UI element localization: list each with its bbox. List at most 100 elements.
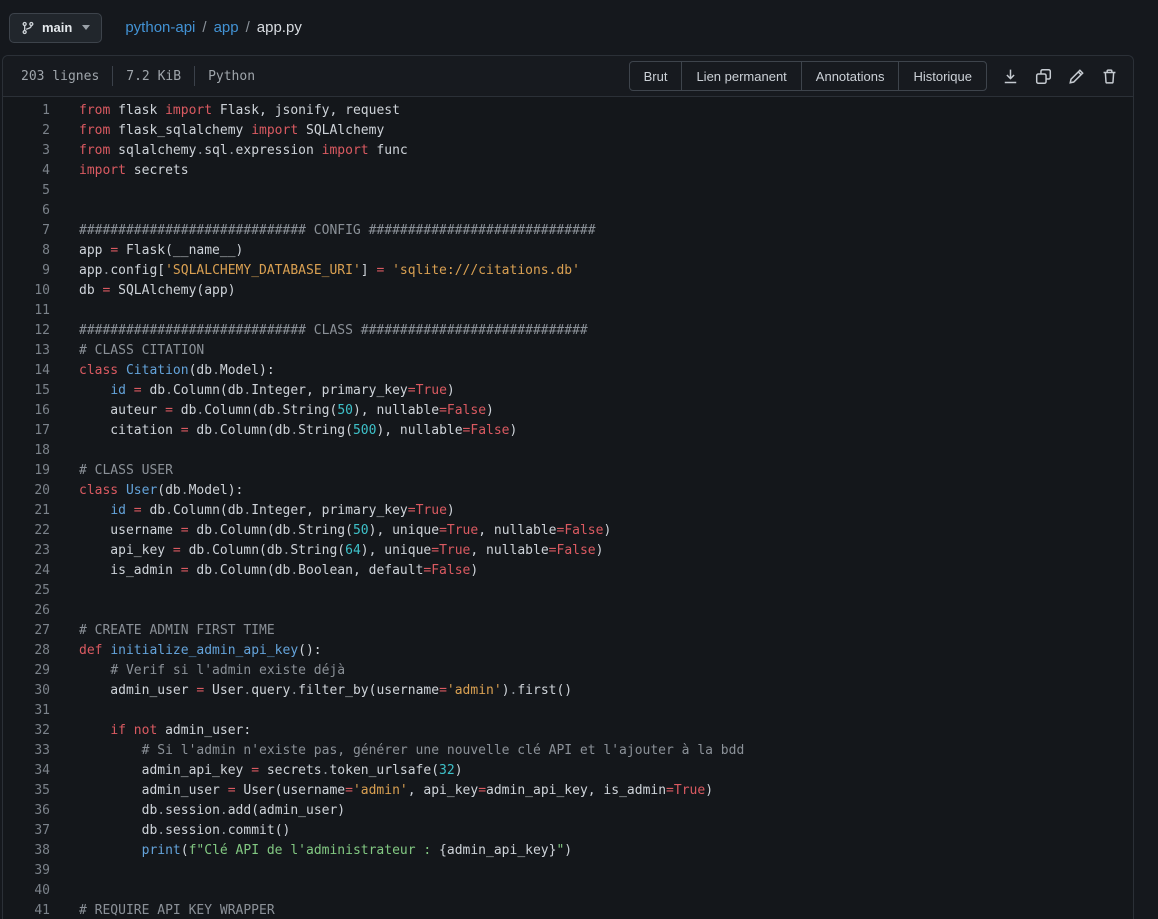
download-button[interactable] (1001, 67, 1020, 86)
breadcrumb-repo-link[interactable]: python-api (125, 19, 195, 36)
code-line-content: from flask import Flask, jsonify, reques… (50, 101, 400, 121)
line-number[interactable]: 21 (3, 501, 50, 521)
line-number[interactable]: 37 (3, 821, 50, 841)
code-line: 24 is_admin = db.Column(db.Boolean, defa… (3, 561, 1133, 581)
code-line: 4import secrets (3, 161, 1133, 181)
line-number[interactable]: 39 (3, 861, 50, 881)
line-number[interactable]: 26 (3, 601, 50, 621)
code-line-content: import secrets (50, 161, 189, 181)
trash-icon (1101, 68, 1118, 85)
code-line: 22 username = db.Column(db.String(50), u… (3, 521, 1133, 541)
code-line-content: app.config['SQLALCHEMY_DATABASE_URI'] = … (50, 261, 580, 281)
line-number[interactable]: 35 (3, 781, 50, 801)
file-size: 7.2 KiB (113, 66, 195, 86)
code-line: 11 (3, 301, 1133, 321)
line-number[interactable]: 24 (3, 561, 50, 581)
line-number[interactable]: 3 (3, 141, 50, 161)
line-number[interactable]: 28 (3, 641, 50, 661)
line-number[interactable]: 40 (3, 881, 50, 901)
line-number[interactable]: 11 (3, 301, 50, 321)
line-number[interactable]: 1 (3, 101, 50, 121)
code-line: 23 api_key = db.Column(db.String(64), un… (3, 541, 1133, 561)
line-number[interactable]: 9 (3, 261, 50, 281)
line-number[interactable]: 8 (3, 241, 50, 261)
line-number[interactable]: 6 (3, 201, 50, 221)
pencil-icon (1068, 68, 1085, 85)
line-number[interactable]: 29 (3, 661, 50, 681)
code-line: 35 admin_user = User(username='admin', a… (3, 781, 1133, 801)
line-number[interactable]: 27 (3, 621, 50, 641)
code-line-content: admin_user = User(username='admin', api_… (50, 781, 713, 801)
code-line: 26 (3, 601, 1133, 621)
code-line-content: # CLASS USER (50, 461, 173, 481)
line-number[interactable]: 15 (3, 381, 50, 401)
code-line-content (50, 601, 79, 621)
line-number[interactable]: 41 (3, 901, 50, 919)
delete-button[interactable] (1100, 67, 1119, 86)
code-viewer: 1from flask import Flask, jsonify, reque… (3, 97, 1133, 919)
line-number[interactable]: 7 (3, 221, 50, 241)
permalink-button[interactable]: Lien permanent (681, 61, 801, 91)
line-number[interactable]: 13 (3, 341, 50, 361)
line-number[interactable]: 19 (3, 461, 50, 481)
code-line-content: db.session.add(admin_user) (50, 801, 345, 821)
chevron-down-icon (82, 25, 90, 30)
edit-button[interactable] (1067, 67, 1086, 86)
history-button[interactable]: Historique (898, 61, 987, 91)
annotations-button[interactable]: Annotations (801, 61, 900, 91)
code-line-content: print(f"Clé API de l'administrateur : {a… (50, 841, 572, 861)
line-number[interactable]: 22 (3, 521, 50, 541)
code-line-content: api_key = db.Column(db.String(64), uniqu… (50, 541, 603, 561)
code-line-content: from sqlalchemy.sql.expression import fu… (50, 141, 408, 161)
line-number[interactable]: 32 (3, 721, 50, 741)
line-number[interactable]: 14 (3, 361, 50, 381)
line-number[interactable]: 34 (3, 761, 50, 781)
code-line-content (50, 881, 79, 901)
code-line-content: citation = db.Column(db.String(500), nul… (50, 421, 517, 441)
code-line: 39 (3, 861, 1133, 881)
code-line: 33 # Si l'admin n'existe pas, générer un… (3, 741, 1133, 761)
line-number[interactable]: 30 (3, 681, 50, 701)
code-line: 19# CLASS USER (3, 461, 1133, 481)
raw-button[interactable]: Brut (629, 61, 683, 91)
file-header-bar: main python-api / app / app.py (0, 0, 1158, 55)
code-line-content: app = Flask(__name__) (50, 241, 243, 261)
file-view-box: 203 lignes 7.2 KiB Python Brut Lien perm… (2, 55, 1134, 919)
line-number[interactable]: 31 (3, 701, 50, 721)
code-line: 21 id = db.Column(db.Integer, primary_ke… (3, 501, 1133, 521)
git-branch-icon (21, 21, 35, 35)
line-number[interactable]: 33 (3, 741, 50, 761)
line-number[interactable]: 36 (3, 801, 50, 821)
file-meta: 203 lignes 7.2 KiB Python (21, 66, 268, 86)
file-line-count: 203 lignes (21, 66, 113, 86)
branch-name: main (42, 20, 72, 35)
line-number[interactable]: 5 (3, 181, 50, 201)
line-number[interactable]: 25 (3, 581, 50, 601)
code-line-content: ############################# CONFIG ###… (50, 221, 596, 241)
code-line: 28def initialize_admin_api_key(): (3, 641, 1133, 661)
breadcrumb-dir-link[interactable]: app (214, 19, 239, 36)
code-line: 37 db.session.commit() (3, 821, 1133, 841)
line-number[interactable]: 38 (3, 841, 50, 861)
line-number[interactable]: 23 (3, 541, 50, 561)
code-line: 9app.config['SQLALCHEMY_DATABASE_URI'] =… (3, 261, 1133, 281)
line-number[interactable]: 12 (3, 321, 50, 341)
breadcrumb-separator: / (246, 19, 250, 36)
line-number[interactable]: 16 (3, 401, 50, 421)
line-number[interactable]: 17 (3, 421, 50, 441)
line-number[interactable]: 2 (3, 121, 50, 141)
code-line-content: admin_api_key = secrets.token_urlsafe(32… (50, 761, 463, 781)
line-number[interactable]: 18 (3, 441, 50, 461)
line-number[interactable]: 10 (3, 281, 50, 301)
code-line-content: id = db.Column(db.Integer, primary_key=T… (50, 381, 455, 401)
code-line: 13# CLASS CITATION (3, 341, 1133, 361)
line-number[interactable]: 4 (3, 161, 50, 181)
line-number[interactable]: 20 (3, 481, 50, 501)
code-line-content: username = db.Column(db.String(50), uniq… (50, 521, 611, 541)
code-line: 32 if not admin_user: (3, 721, 1133, 741)
branch-selector[interactable]: main (9, 13, 102, 43)
code-line: 10db = SQLAlchemy(app) (3, 281, 1133, 301)
page: { "header": { "branch": { "label": "main… (0, 0, 1158, 919)
code-line-content: class Citation(db.Model): (50, 361, 275, 381)
copy-button[interactable] (1034, 67, 1053, 86)
